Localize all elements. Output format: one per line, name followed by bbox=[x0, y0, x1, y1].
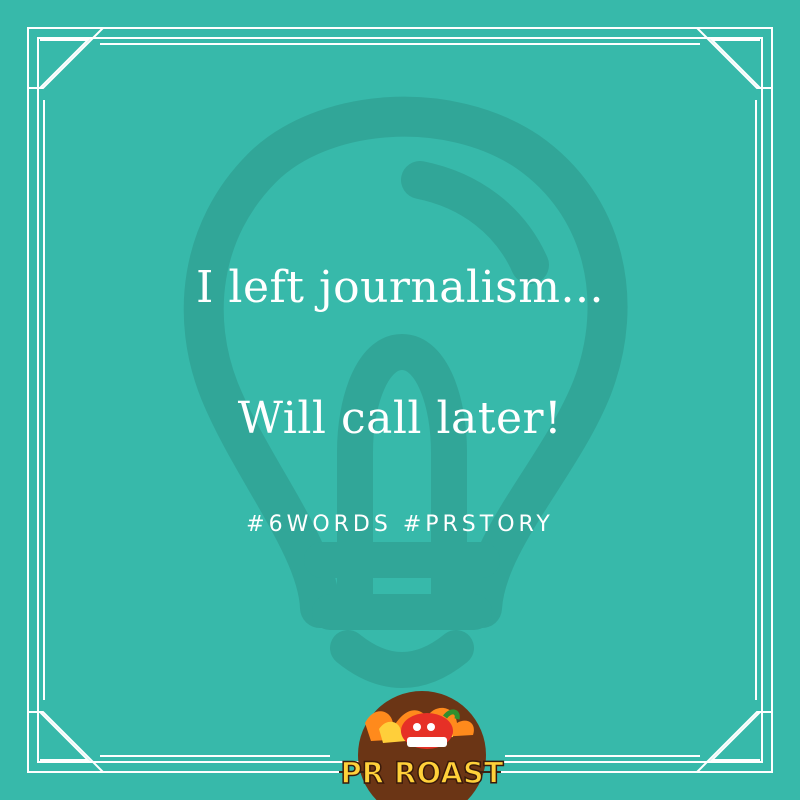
pr-roast-logo: PR ROAST bbox=[339, 691, 504, 800]
headline-line-2: Will call later! bbox=[237, 393, 563, 444]
quote-card: I left journalism... Will call later! #6… bbox=[0, 0, 800, 800]
hashtags: #6WORDS #PRSTORY bbox=[246, 512, 554, 537]
logo-wordmark: PR ROAST bbox=[341, 756, 504, 790]
headline-line-1: I left journalism... bbox=[196, 262, 604, 313]
